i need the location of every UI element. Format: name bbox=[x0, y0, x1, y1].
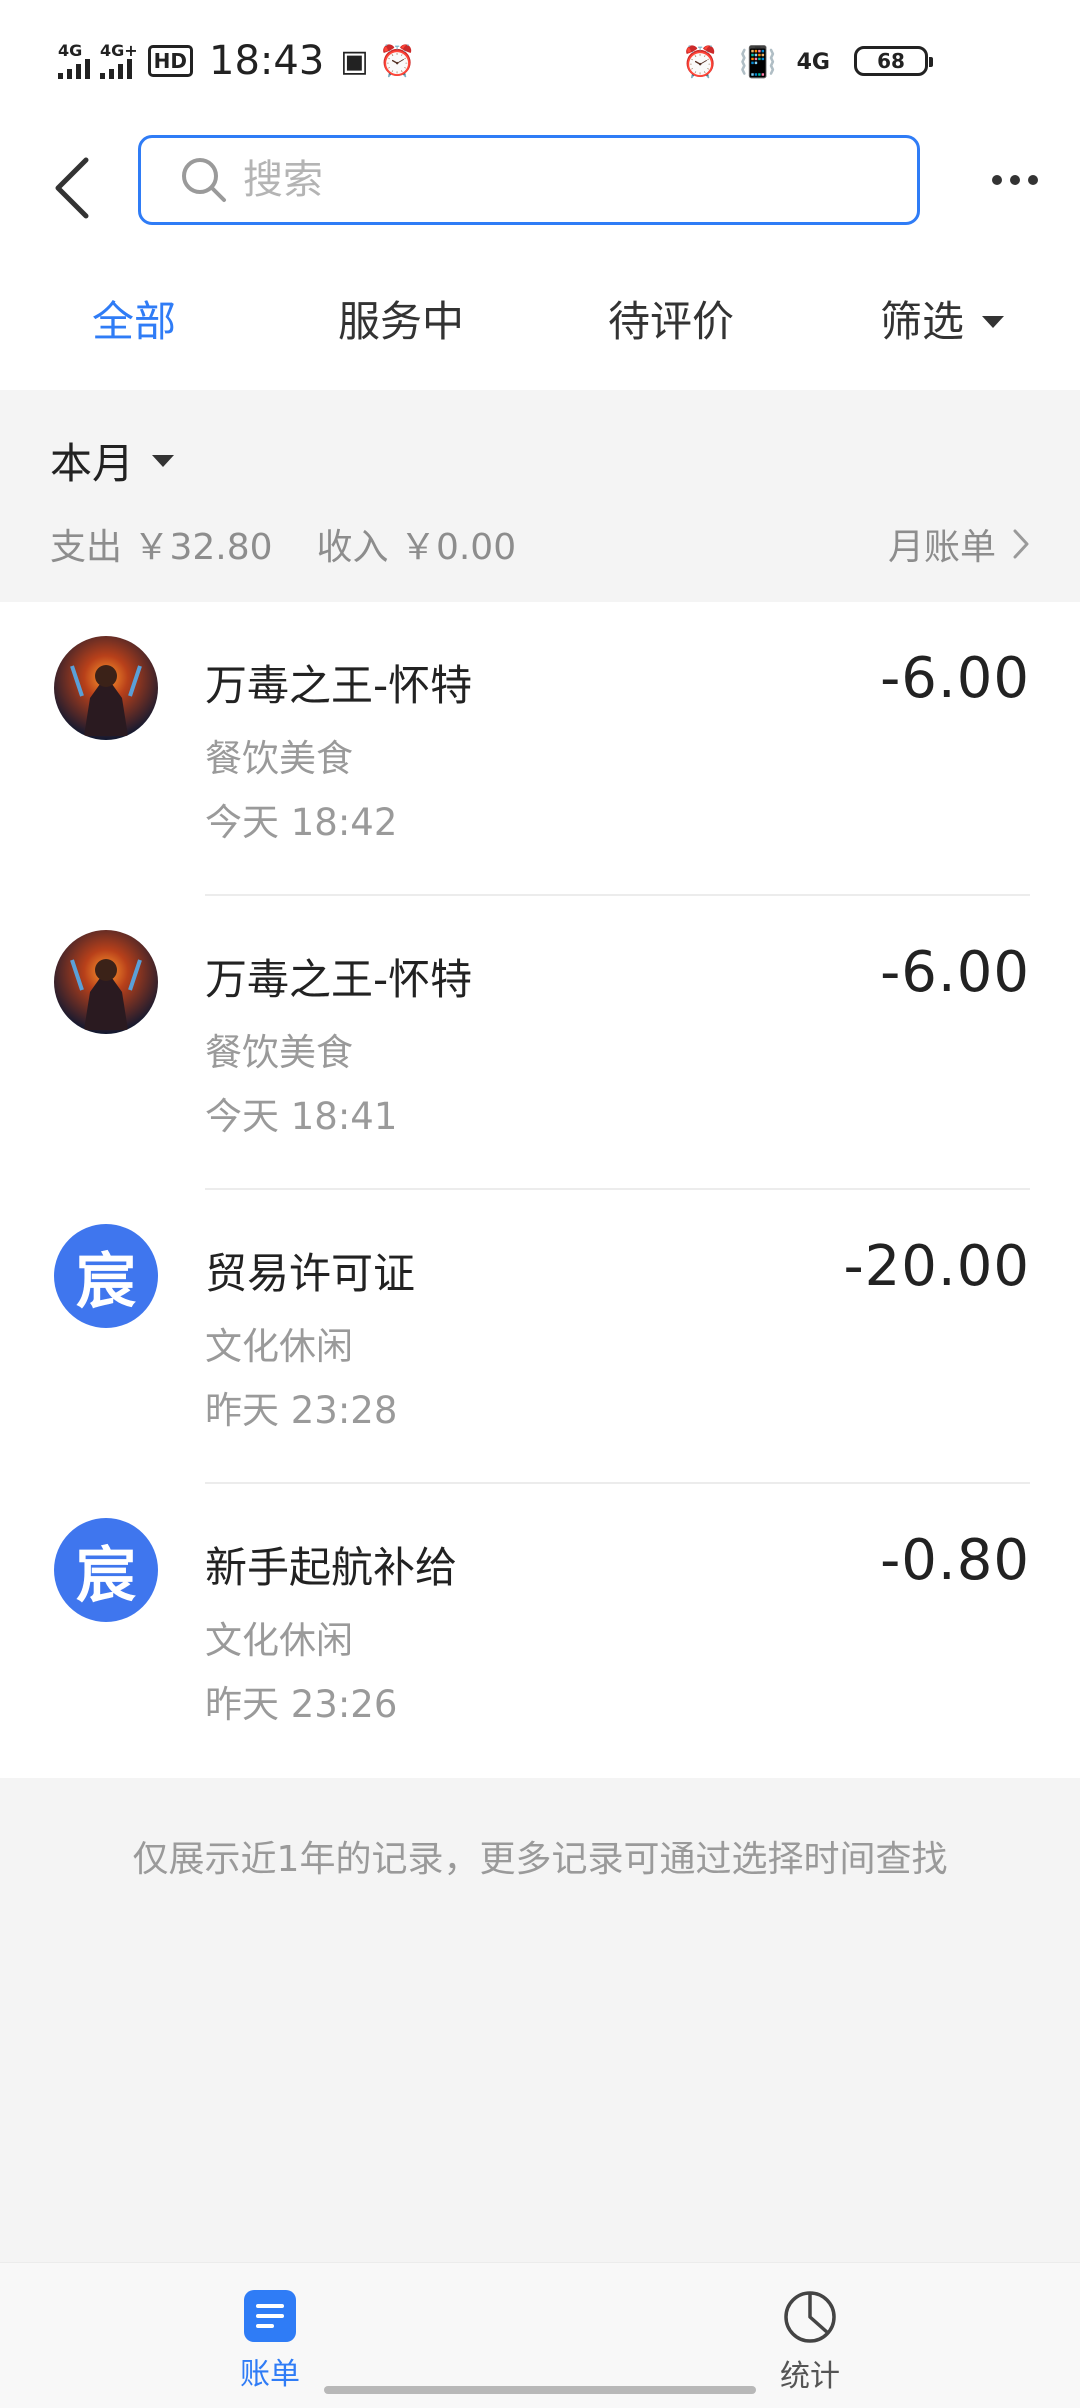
history-note: 仅展示近1年的记录，更多记录可通过选择时间查找 bbox=[132, 1839, 948, 1880]
merchant-avatar bbox=[54, 636, 158, 740]
transaction-title: 贸易许可证 bbox=[205, 1249, 416, 1298]
caret-down-icon bbox=[982, 316, 1005, 328]
alarm-icon: ⏰ bbox=[681, 44, 720, 80]
nav-statistics[interactable]: 统计 bbox=[730, 2289, 890, 2395]
transaction-list: 万毒之王-怀特 餐饮美食 今天 18:42 -6.00 万毒之王-怀特 餐饮美食… bbox=[0, 602, 1080, 1778]
transaction-title: 万毒之王-怀特 bbox=[205, 661, 473, 710]
search-box[interactable] bbox=[138, 135, 920, 225]
tab-all[interactable]: 全部 bbox=[92, 292, 176, 352]
alarm-icon: ⏰ bbox=[378, 43, 417, 79]
app-notification-icon: ▣ bbox=[340, 43, 369, 79]
transaction-title: 新手起航补给 bbox=[205, 1543, 458, 1592]
transaction-category: 餐饮美食 bbox=[205, 737, 353, 780]
bill-list-page: 4G 4G+ HD 18:43 ▣ ⏰ ⏰ 📳 4G 68 搜索 全部 服务中 … bbox=[0, 0, 1080, 2408]
bottom-navigation: 账单 统计 bbox=[0, 2262, 1080, 2408]
monthly-bill-link[interactable]: 月账单 bbox=[888, 518, 1030, 570]
month-selector[interactable]: 本月 bbox=[50, 430, 175, 491]
nav-bills[interactable]: 账单 bbox=[190, 2289, 350, 2393]
merchant-avatar: 宸 bbox=[54, 1224, 158, 1328]
bill-icon bbox=[244, 2290, 296, 2342]
transaction-row[interactable]: 宸 新手起航补给 文化休闲 昨天 23:26 -0.80 bbox=[0, 1484, 1080, 1778]
monthly-bill-label: 月账单 bbox=[887, 527, 996, 568]
network-label-right: 4G bbox=[796, 49, 830, 75]
network-label-1: 4G bbox=[58, 41, 83, 60]
vibrate-icon: 📳 bbox=[739, 44, 777, 80]
pie-chart-icon bbox=[784, 2291, 836, 2343]
back-button[interactable] bbox=[40, 148, 104, 228]
merchant-avatar: 宸 bbox=[54, 1518, 158, 1622]
transaction-time: 昨天 23:26 bbox=[205, 1683, 398, 1726]
transaction-row[interactable]: 万毒之王-怀特 餐饮美食 今天 18:41 -6.00 bbox=[0, 896, 1080, 1190]
header bbox=[0, 120, 1080, 270]
dot-icon bbox=[1028, 175, 1038, 185]
game-art-avatar-icon bbox=[54, 636, 158, 740]
dot-icon bbox=[992, 175, 1002, 185]
month-label: 本月 bbox=[50, 439, 135, 488]
caret-down-icon bbox=[152, 454, 175, 467]
signal-2: 4G+ bbox=[100, 43, 138, 79]
transaction-row[interactable]: 宸 贸易许可证 文化休闲 昨天 23:28 -20.00 bbox=[0, 1190, 1080, 1484]
income-total: 收入 ￥0.00 bbox=[316, 527, 517, 568]
transaction-category: 文化休闲 bbox=[205, 1325, 353, 1368]
back-arrow-icon bbox=[55, 157, 89, 219]
home-indicator[interactable] bbox=[324, 2386, 756, 2394]
transaction-title: 万毒之王-怀特 bbox=[205, 955, 473, 1004]
merchant-avatar bbox=[54, 930, 158, 1034]
status-left: 4G 4G+ HD 18:43 ▣ ⏰ bbox=[58, 36, 416, 86]
search-icon bbox=[182, 158, 226, 202]
dot-icon bbox=[1010, 175, 1020, 185]
network-label-2: 4G+ bbox=[100, 41, 138, 60]
transaction-amount: -0.80 bbox=[880, 1528, 1030, 1593]
transaction-amount: -6.00 bbox=[880, 940, 1030, 1005]
tab-filter-label: 筛选 bbox=[880, 297, 965, 346]
nav-statistics-label: 统计 bbox=[780, 2359, 840, 2394]
signal-bars-icon bbox=[100, 59, 132, 79]
tab-in-service[interactable]: 服务中 bbox=[338, 292, 464, 352]
game-art-avatar-icon bbox=[54, 930, 158, 1034]
chevron-right-icon bbox=[1013, 529, 1029, 559]
transaction-time: 昨天 23:28 bbox=[205, 1389, 398, 1432]
transaction-amount: -6.00 bbox=[880, 646, 1030, 711]
battery-icon: 68 bbox=[854, 46, 933, 76]
month-summary: 本月 支出 ￥32.80 收入 ￥0.00 月账单 bbox=[0, 390, 1080, 602]
status-time: 18:43 bbox=[209, 38, 325, 84]
nav-bills-label: 账单 bbox=[240, 2357, 300, 2392]
tab-filter[interactable]: 筛选 bbox=[880, 292, 1005, 352]
battery-level: 68 bbox=[877, 49, 905, 73]
more-options-button[interactable] bbox=[980, 150, 1050, 210]
transaction-time: 今天 18:42 bbox=[205, 801, 398, 844]
transaction-amount: -20.00 bbox=[843, 1234, 1030, 1299]
hd-voice-badge: HD bbox=[147, 45, 194, 77]
filter-tabs: 全部 服务中 待评价 筛选 bbox=[0, 270, 1080, 390]
status-bar: 4G 4G+ HD 18:43 ▣ ⏰ ⏰ 📳 4G 68 bbox=[0, 0, 1080, 120]
transaction-category: 餐饮美食 bbox=[205, 1031, 353, 1074]
tab-pending-review[interactable]: 待评价 bbox=[608, 292, 734, 352]
transaction-category: 文化休闲 bbox=[205, 1619, 353, 1662]
signal-1: 4G bbox=[58, 43, 90, 79]
expense-total: 支出 ￥32.80 bbox=[50, 527, 273, 568]
transaction-row[interactable]: 万毒之王-怀特 餐饮美食 今天 18:42 -6.00 bbox=[0, 602, 1080, 896]
transaction-time: 今天 18:41 bbox=[205, 1095, 398, 1138]
signal-bars-icon bbox=[58, 59, 90, 79]
summary-totals: 支出 ￥32.80 收入 ￥0.00 bbox=[50, 518, 516, 570]
search-input[interactable] bbox=[243, 157, 803, 203]
